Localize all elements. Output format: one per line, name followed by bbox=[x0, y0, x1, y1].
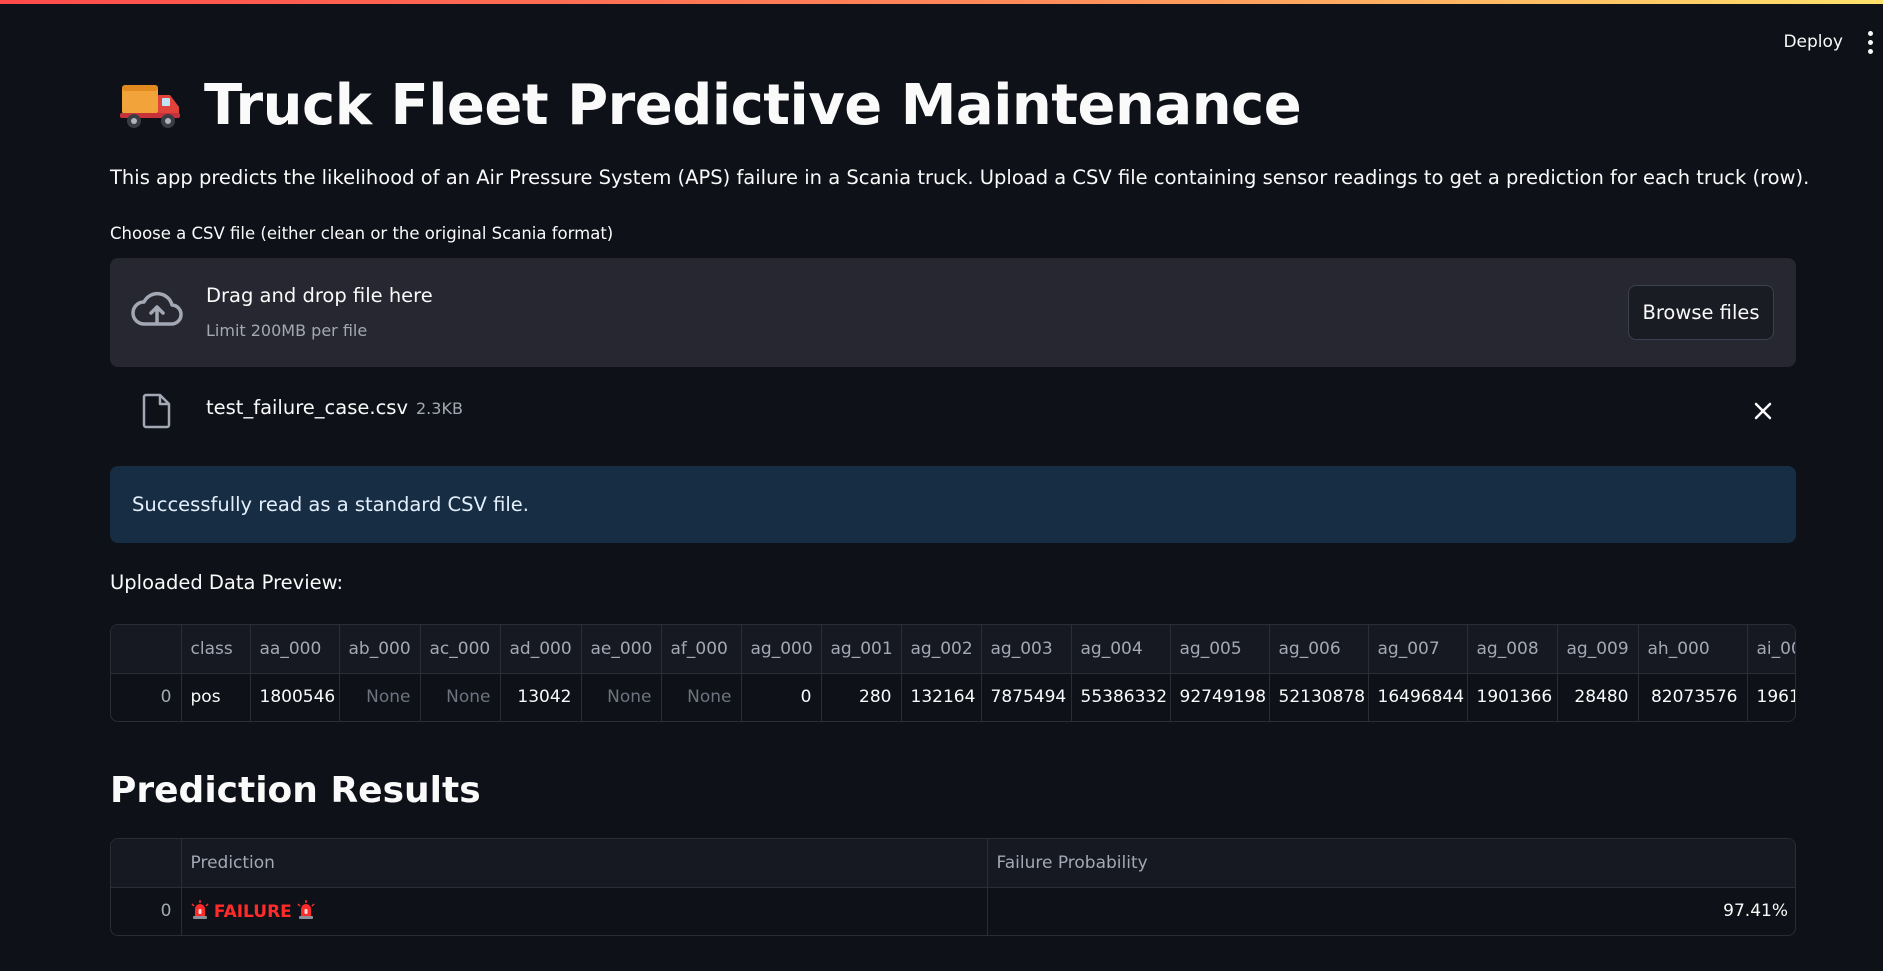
table-cell[interactable]: 0 bbox=[741, 673, 822, 721]
table-header-row: Prediction Failure Probability bbox=[111, 839, 1795, 888]
page-title: Truck Fleet Predictive Maintenance bbox=[204, 72, 1302, 138]
table-cell[interactable]: 28480 bbox=[1557, 673, 1639, 721]
table-cell[interactable]: 82073576 bbox=[1638, 673, 1748, 721]
column-header[interactable] bbox=[111, 625, 182, 674]
siren-icon bbox=[297, 900, 315, 920]
column-header[interactable]: ae_000 bbox=[581, 625, 662, 674]
prediction-label: FAILURE bbox=[213, 902, 292, 923]
file-size: 2.3KB bbox=[416, 399, 463, 418]
table-row: 0 pos 1800546 None None 13042 None None … bbox=[111, 673, 1796, 721]
cloud-upload-icon bbox=[131, 291, 183, 326]
data-preview-table[interactable]: class aa_000 ab_000 ac_000 ad_000 ae_000… bbox=[110, 624, 1796, 722]
table-cell[interactable]: 52130878 bbox=[1269, 673, 1369, 721]
failure-probability-cell[interactable]: 97.41% bbox=[987, 887, 1795, 935]
truck-icon bbox=[120, 85, 180, 128]
row-index: 0 bbox=[111, 673, 182, 721]
column-header[interactable]: ab_000 bbox=[339, 625, 421, 674]
column-header[interactable]: ag_006 bbox=[1269, 625, 1369, 674]
results-title: Prediction Results bbox=[110, 770, 481, 811]
column-header[interactable]: ac_000 bbox=[420, 625, 501, 674]
table-cell[interactable]: 19614 bbox=[1747, 673, 1796, 721]
column-header[interactable]: ag_007 bbox=[1368, 625, 1468, 674]
column-header[interactable]: ad_000 bbox=[500, 625, 582, 674]
table-row: 0 FAILURE 97.41% bbox=[111, 887, 1795, 935]
column-header[interactable]: ag_008 bbox=[1467, 625, 1558, 674]
table-header-row: class aa_000 ab_000 ac_000 ad_000 ae_000… bbox=[111, 625, 1795, 674]
column-header[interactable]: ah_000 bbox=[1638, 625, 1748, 674]
table-cell[interactable]: 132164 bbox=[901, 673, 982, 721]
column-header[interactable]: aa_000 bbox=[250, 625, 340, 674]
prediction-cell[interactable]: FAILURE bbox=[181, 887, 988, 935]
close-icon[interactable] bbox=[1752, 400, 1774, 422]
file-name-text: test_failure_case.csv bbox=[206, 396, 408, 419]
table-cell[interactable]: None bbox=[420, 673, 501, 721]
table-cell[interactable]: 13042 bbox=[500, 673, 582, 721]
page-header: Truck Fleet Predictive Maintenance bbox=[120, 70, 1302, 140]
table-cell[interactable]: 7875494 bbox=[981, 673, 1072, 721]
table-cell[interactable]: 1800546 bbox=[250, 673, 340, 721]
table-cell[interactable]: None bbox=[661, 673, 742, 721]
column-header[interactable] bbox=[111, 839, 182, 888]
table-cell[interactable]: 1901366 bbox=[1467, 673, 1558, 721]
success-alert: Successfully read as a standard CSV file… bbox=[110, 466, 1796, 543]
file-icon bbox=[142, 393, 171, 429]
kebab-menu-icon[interactable] bbox=[1863, 28, 1877, 56]
intro-text: This app predicts the likelihood of an A… bbox=[110, 166, 1810, 189]
column-header[interactable]: Failure Probability bbox=[987, 839, 1795, 888]
column-header[interactable]: af_000 bbox=[661, 625, 742, 674]
table-cell[interactable]: 55386332 bbox=[1071, 673, 1171, 721]
uploader-label: Choose a CSV file (either clean or the o… bbox=[110, 224, 614, 243]
table-cell[interactable]: pos bbox=[181, 673, 251, 721]
dropzone-title: Drag and drop file here bbox=[206, 284, 433, 307]
dropzone-limit: Limit 200MB per file bbox=[206, 321, 368, 340]
column-header[interactable]: ag_000 bbox=[741, 625, 822, 674]
file-name: test_failure_case.csv 2.3KB bbox=[206, 396, 463, 419]
table-cell[interactable]: None bbox=[581, 673, 662, 721]
table-cell[interactable]: None bbox=[339, 673, 421, 721]
column-header[interactable]: ai_000 bbox=[1747, 625, 1795, 674]
column-header[interactable]: class bbox=[181, 625, 251, 674]
column-header[interactable]: ag_004 bbox=[1071, 625, 1171, 674]
column-header[interactable]: ag_003 bbox=[981, 625, 1072, 674]
uploaded-file-item: test_failure_case.csv 2.3KB bbox=[110, 386, 1796, 436]
browse-files-button[interactable]: Browse files bbox=[1628, 285, 1774, 340]
column-header[interactable]: ag_009 bbox=[1557, 625, 1639, 674]
preview-label: Uploaded Data Preview: bbox=[110, 571, 344, 594]
column-header[interactable]: Prediction bbox=[181, 839, 988, 888]
deploy-button[interactable]: Deploy bbox=[1783, 32, 1843, 52]
table-cell[interactable]: 92749198 bbox=[1170, 673, 1270, 721]
column-header[interactable]: ag_001 bbox=[821, 625, 902, 674]
table-cell[interactable]: 280 bbox=[821, 673, 902, 721]
file-dropzone[interactable]: Drag and drop file here Limit 200MB per … bbox=[110, 258, 1796, 367]
siren-icon bbox=[190, 900, 209, 920]
column-header[interactable]: ag_005 bbox=[1170, 625, 1270, 674]
header-toolbar: Deploy bbox=[1783, 28, 1883, 56]
top-decoration-stripe bbox=[0, 0, 1883, 4]
prediction-results-table[interactable]: Prediction Failure Probability 0 FAILURE… bbox=[110, 838, 1796, 936]
column-header[interactable]: ag_002 bbox=[901, 625, 982, 674]
table-cell[interactable]: 16496844 bbox=[1368, 673, 1468, 721]
row-index: 0 bbox=[111, 887, 182, 935]
